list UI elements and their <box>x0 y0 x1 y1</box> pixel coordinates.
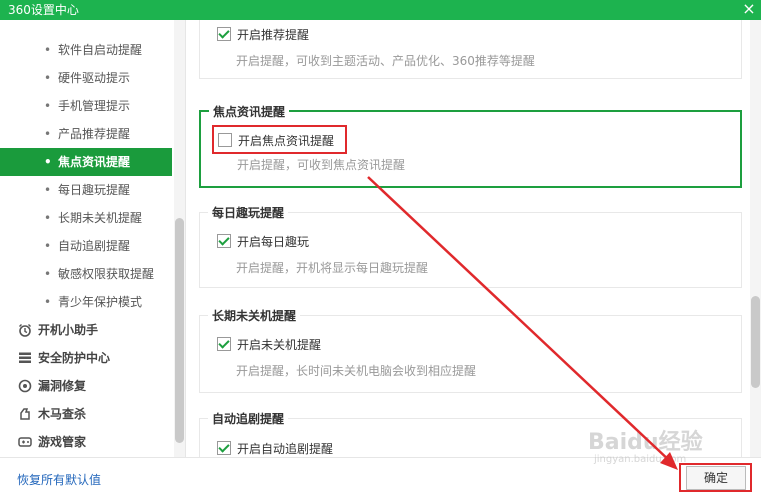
option-description: 开启提醒，长时间未关机电脑会收到相应提醒 <box>236 364 477 378</box>
sidebar-item-label: 手机管理提示 <box>58 99 131 113</box>
bullet-icon: • <box>44 267 52 281</box>
watermark-text: Baidu经验 <box>588 430 703 455</box>
option-label: 开启推荐提醒 <box>237 28 310 42</box>
settings-content: 开启推荐提醒 开启提醒，可收到主题活动、产品优化、360推荐等提醒 焦点资讯提醒… <box>187 20 761 457</box>
checkbox-checked[interactable] <box>217 234 231 248</box>
group-title: 自动追剧提醒 <box>208 410 289 427</box>
group-recommend: 开启推荐提醒 开启提醒，可收到主题活动、产品优化、360推荐等提醒 <box>199 20 742 79</box>
close-icon[interactable]: × <box>741 0 757 20</box>
bullet-icon: • <box>44 99 52 113</box>
group-long-uptime: 长期未关机提醒 开启未关机提醒 开启提醒，长时间未关机电脑会收到相应提醒 <box>199 307 742 393</box>
sidebar-item-focus-news[interactable]: • 焦点资讯提醒 <box>0 148 172 176</box>
sidebar-category-boot-assistant[interactable]: 开机小助手 <box>0 316 172 344</box>
checkbox-checked[interactable] <box>217 27 231 41</box>
sidebar-category-trojan-scan[interactable]: 木马查杀 <box>0 400 172 428</box>
title-bar: 360设置中心 × <box>0 0 761 20</box>
option-label: 开启自动追剧提醒 <box>237 442 334 456</box>
bullet-icon: • <box>44 211 52 225</box>
window-title: 360设置中心 <box>8 3 79 17</box>
content-scrollbar-track[interactable] <box>750 20 761 457</box>
sidebar-item-label: 敏感权限获取提醒 <box>58 267 155 281</box>
sidebar-item-label: 软件自启动提醒 <box>58 43 143 57</box>
bullet-icon: • <box>44 295 52 309</box>
bullet-icon: • <box>44 183 52 197</box>
sidebar-scrollbar-thumb[interactable] <box>175 218 184 443</box>
sidebar-item-daily-fun[interactable]: • 每日趣玩提醒 <box>0 176 172 204</box>
sidebar-item-sensitive-permission[interactable]: • 敏感权限获取提醒 <box>0 260 172 288</box>
bullet-icon: • <box>44 43 52 57</box>
bullet-icon: • <box>44 71 52 85</box>
sidebar-item-label: 硬件驱动提示 <box>58 71 131 85</box>
checkbox-checked[interactable] <box>217 337 231 351</box>
shield-grid-icon <box>19 352 31 363</box>
sidebar-category-label: 漏洞修复 <box>38 379 87 393</box>
option-description: 开启提醒，开机将显示每日趣玩提醒 <box>236 261 429 275</box>
baidu-watermark: Baidu经验 jingyan.baidu.com <box>588 424 728 468</box>
option-description: 开启提醒，可收到主题活动、产品优化、360推荐等提醒 <box>236 54 535 68</box>
sidebar-item-label: 长期未关机提醒 <box>58 211 143 225</box>
sidebar-item-label: 焦点资讯提醒 <box>58 155 131 169</box>
sidebar-item-software-autostart[interactable]: • 软件自启动提醒 <box>0 36 172 64</box>
group-title: 焦点资讯提醒 <box>209 103 290 120</box>
sidebar: • 软件自启动提醒 • 硬件驱动提示 • 手机管理提示 • 产品推荐提醒 • 焦… <box>0 20 186 457</box>
sidebar-category-game-manager[interactable]: 游戏管家 <box>0 428 172 456</box>
sidebar-category-label: 开机小助手 <box>38 323 99 337</box>
sidebar-category-label: 游戏管家 <box>38 435 87 449</box>
sidebar-category-vuln-fix[interactable]: 漏洞修复 <box>0 372 172 400</box>
patch-icon <box>18 379 32 393</box>
annotation-highlight-box <box>212 125 347 154</box>
sidebar-item-auto-drama[interactable]: • 自动追剧提醒 <box>0 232 172 260</box>
sidebar-item-long-uptime[interactable]: • 长期未关机提醒 <box>0 204 172 232</box>
checkbox-checked[interactable] <box>217 441 231 455</box>
sidebar-item-hardware-driver[interactable]: • 硬件驱动提示 <box>0 64 172 92</box>
sidebar-item-phone-manage[interactable]: • 手机管理提示 <box>0 92 172 120</box>
sidebar-item-label: 每日趣玩提醒 <box>58 183 131 197</box>
sidebar-category-label: 安全防护中心 <box>38 351 111 365</box>
option-label: 开启未关机提醒 <box>237 338 322 352</box>
option-label: 开启每日趣玩 <box>237 235 310 249</box>
trojan-icon <box>20 408 30 420</box>
group-title: 每日趣玩提醒 <box>208 204 289 221</box>
bullet-icon: • <box>44 155 52 169</box>
alarm-clock-icon <box>19 324 31 337</box>
group-title: 长期未关机提醒 <box>208 307 301 324</box>
sidebar-item-youth-mode[interactable]: • 青少年保护模式 <box>0 288 172 316</box>
restore-defaults-link[interactable]: 恢复所有默认值 <box>17 471 101 488</box>
sidebar-category-label: 木马查杀 <box>38 407 87 421</box>
gamepad-icon <box>18 437 32 447</box>
sidebar-item-product-recommend[interactable]: • 产品推荐提醒 <box>0 120 172 148</box>
option-description: 开启提醒，可收到焦点资讯提醒 <box>237 158 406 172</box>
group-daily-fun: 每日趣玩提醒 开启每日趣玩 开启提醒，开机将显示每日趣玩提醒 <box>199 204 742 288</box>
sidebar-category-security-center[interactable]: 安全防护中心 <box>0 344 172 372</box>
watermark-url: jingyan.baidu.com <box>594 454 687 465</box>
bullet-icon: • <box>44 239 52 253</box>
sidebar-item-label: 产品推荐提醒 <box>58 127 131 141</box>
content-scrollbar-thumb[interactable] <box>751 296 760 388</box>
bullet-icon: • <box>44 127 52 141</box>
sidebar-item-label: 自动追剧提醒 <box>58 239 131 253</box>
sidebar-item-label: 青少年保护模式 <box>58 295 143 309</box>
